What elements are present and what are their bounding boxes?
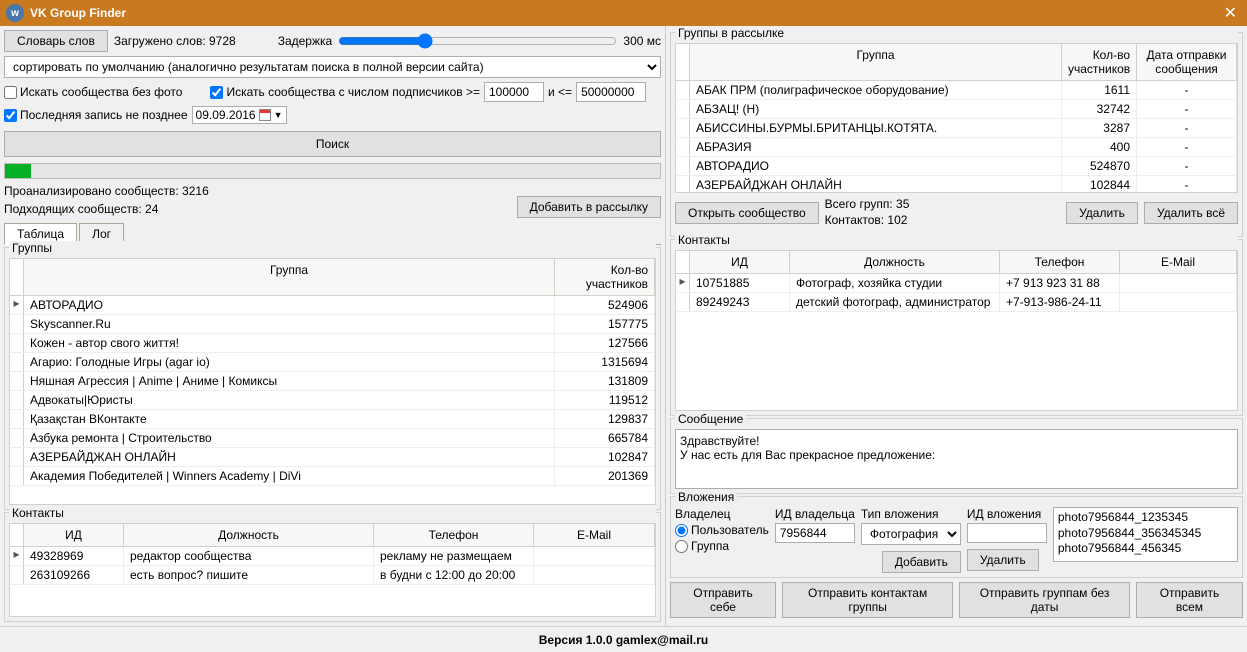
- calendar-icon: [259, 109, 271, 121]
- open-community-button[interactable]: Открыть сообщество: [675, 202, 819, 224]
- col-email[interactable]: E-Mail: [534, 524, 655, 546]
- attach-id-input[interactable]: [967, 523, 1047, 543]
- table-row[interactable]: Азбука ремонта | Строительство 665784: [10, 429, 655, 448]
- attach-delete-button[interactable]: Удалить: [967, 549, 1039, 571]
- list-item[interactable]: photo7956844_1235345: [1058, 510, 1233, 526]
- list-item[interactable]: photo7956844_356345345: [1058, 526, 1233, 542]
- search-button[interactable]: Поиск: [4, 131, 661, 157]
- owner-id-label: ИД владельца: [775, 507, 855, 521]
- radio-group[interactable]: Группа: [675, 539, 769, 553]
- table-row[interactable]: 89249243 детский фотограф, администратор…: [676, 293, 1237, 312]
- total-groups: Всего групп: 35: [825, 197, 910, 213]
- col-id[interactable]: ИД: [24, 524, 124, 546]
- table-row[interactable]: Skyscanner.Ru 157775: [10, 315, 655, 334]
- close-icon[interactable]: ✕: [1220, 3, 1241, 23]
- table-row[interactable]: 263109266 есть вопрос? пишите в будни с …: [10, 566, 655, 585]
- subs-max-input[interactable]: [576, 82, 646, 102]
- contacts-section-label: Контакты: [9, 506, 656, 520]
- table-row[interactable]: ▸ 49328969 редактор сообщества рекламу н…: [10, 547, 655, 566]
- delay-slider[interactable]: [338, 33, 617, 49]
- radio-user[interactable]: Пользователь: [675, 523, 769, 537]
- table-row[interactable]: Қазақстан ВКонтакте 129837: [10, 410, 655, 429]
- message-textarea[interactable]: Здравствуйте! У нас есть для Вас прекрас…: [675, 429, 1238, 489]
- attach-add-button[interactable]: Добавить: [882, 551, 961, 573]
- attach-section-label: Вложения: [675, 490, 737, 504]
- col-remail[interactable]: E-Mail: [1120, 251, 1237, 273]
- chevron-down-icon: ▼: [274, 110, 283, 120]
- col-mail-group[interactable]: Группа: [690, 44, 1062, 80]
- add-to-mailing-button[interactable]: Добавить в рассылку: [517, 196, 661, 218]
- groups-section-label: Группы: [9, 241, 656, 255]
- total-contacts: Контактов: 102: [825, 213, 910, 229]
- table-row[interactable]: АБЗАЦ! (Н) 32742 -: [676, 100, 1237, 119]
- col-role[interactable]: Должность: [124, 524, 374, 546]
- dictionary-button[interactable]: Словарь слов: [4, 30, 108, 52]
- col-mail-date[interactable]: Дата отправки сообщения: [1137, 44, 1237, 80]
- col-phone[interactable]: Телефон: [374, 524, 534, 546]
- footer-version: Версия 1.0.0 gamlex@mail.ru: [0, 626, 1247, 652]
- table-row[interactable]: Няшная Агрессия | Anime | Аниме | Комикс…: [10, 372, 655, 391]
- delay-value: 300 мс: [623, 34, 661, 48]
- table-row[interactable]: Агарио: Голодные Игры (agar io) 1315694: [10, 353, 655, 372]
- send-self-button[interactable]: Отправить себе: [670, 582, 776, 618]
- delete-button[interactable]: Удалить: [1066, 202, 1138, 224]
- table-row[interactable]: Кожен - автор свого життя! 127566: [10, 334, 655, 353]
- checkbox-subscribers[interactable]: Искать сообщества с числом подписчиков >…: [210, 85, 480, 99]
- col-mail-count[interactable]: Кол-во участников: [1062, 44, 1137, 80]
- owner-label: Владелец: [675, 507, 769, 521]
- vk-logo-icon: w: [6, 4, 24, 22]
- attach-type-select[interactable]: Фотография: [861, 523, 961, 545]
- table-row[interactable]: АБАК ПРМ (полиграфическое оборудование) …: [676, 81, 1237, 100]
- owner-id-input[interactable]: [775, 523, 855, 543]
- col-rphone[interactable]: Телефон: [1000, 251, 1120, 273]
- table-row[interactable]: Адвокаты|Юристы 119512: [10, 391, 655, 410]
- col-rid[interactable]: ИД: [690, 251, 790, 273]
- table-row[interactable]: АБИССИНЫ.БУРМЫ.БРИТАНЦЫ.КОТЯТА. 3287 -: [676, 119, 1237, 138]
- list-item[interactable]: photo7956844_456345: [1058, 541, 1233, 557]
- attach-type-label: Тип вложения: [861, 507, 961, 521]
- mailing-section-label: Группы в рассылке: [675, 26, 1238, 40]
- checkbox-no-photo[interactable]: Искать сообщества без фото: [4, 85, 182, 99]
- delay-label: Задержка: [278, 34, 333, 48]
- attachments-list[interactable]: photo7956844_1235345photo7956844_3563453…: [1053, 507, 1238, 562]
- table-row[interactable]: ▸ 10751885 Фотограф, хозяйка студии +7 9…: [676, 274, 1237, 293]
- table-row[interactable]: Академия Победителей | Winners Academy |…: [10, 467, 655, 486]
- rcontacts-section-label: Контакты: [675, 233, 1238, 247]
- delete-all-button[interactable]: Удалить всё: [1144, 202, 1238, 224]
- attach-id-label: ИД вложения: [967, 507, 1047, 521]
- titlebar: w VK Group Finder ✕: [0, 0, 1247, 26]
- checkbox-date[interactable]: Последняя запись не позднее: [4, 108, 188, 122]
- date-picker[interactable]: 09.09.2016 ▼: [192, 106, 287, 124]
- stat-analyzed: Проанализировано сообществ: 3216: [4, 182, 209, 200]
- progress-bar: [4, 163, 661, 179]
- stat-matched: Подходящих сообществ: 24: [4, 200, 209, 218]
- sort-select[interactable]: сортировать по умолчанию (аналогично рез…: [4, 56, 661, 78]
- table-row[interactable]: АБРАЗИЯ 400 -: [676, 138, 1237, 157]
- loaded-words-label: Загружено слов: 9728: [114, 34, 236, 48]
- subs-min-input[interactable]: [484, 82, 544, 102]
- table-row[interactable]: АЗЕРБАЙДЖАН ОНЛАЙН 102844 -: [676, 176, 1237, 193]
- message-section-label: Сообщение: [675, 412, 746, 426]
- table-row[interactable]: АЗЕРБАЙДЖАН ОНЛАЙН 102847: [10, 448, 655, 467]
- table-row[interactable]: ▸ АВТОРАДИО 524906: [10, 296, 655, 315]
- send-all-button[interactable]: Отправить всем: [1136, 582, 1243, 618]
- send-nodate-button[interactable]: Отправить группам без даты: [959, 582, 1130, 618]
- table-row[interactable]: АВТОРАДИО 524870 -: [676, 157, 1237, 176]
- col-group[interactable]: Группа: [24, 259, 555, 295]
- col-count[interactable]: Кол-во участников: [555, 259, 655, 295]
- col-rrole[interactable]: Должность: [790, 251, 1000, 273]
- window-title: VK Group Finder: [30, 6, 1220, 20]
- send-contacts-button[interactable]: Отправить контактам группы: [782, 582, 953, 618]
